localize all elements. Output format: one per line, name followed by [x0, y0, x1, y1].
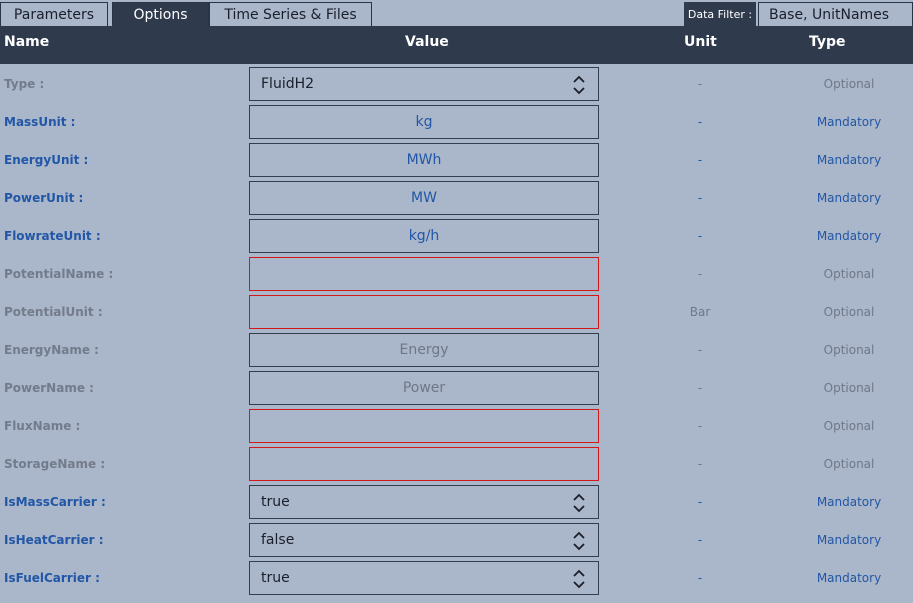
- energy-name-input[interactable]: Energy: [249, 333, 599, 367]
- row-label: IsMassCarrier :: [4, 495, 106, 509]
- type-cell: Optional: [823, 457, 875, 471]
- table-row: StorageName : - Optional: [0, 445, 913, 483]
- power-name-input[interactable]: Power: [249, 371, 599, 405]
- column-header-unit: Unit: [684, 34, 717, 50]
- row-label: IsFuelCarrier :: [4, 571, 100, 585]
- table-row: IsFuelCarrier : true - Mandatory: [0, 559, 913, 597]
- select-value: false: [261, 532, 295, 548]
- table-row: FluxName : - Optional: [0, 407, 913, 445]
- row-label: PotentialName :: [4, 267, 114, 281]
- unit-cell: -: [697, 153, 703, 167]
- unit-cell: -: [697, 191, 703, 205]
- select-value: true: [261, 494, 290, 510]
- unit-cell: -: [697, 457, 703, 471]
- row-label: FluxName :: [4, 419, 81, 433]
- table-row: PotentialName : - Optional: [0, 255, 913, 293]
- table-row: PotentialUnit : Bar Optional: [0, 293, 913, 331]
- row-label: IsHeatCarrier :: [4, 533, 104, 547]
- mass-unit-input[interactable]: kg: [249, 105, 599, 139]
- row-label: EnergyName :: [4, 343, 99, 357]
- updown-chevron-icon: [573, 75, 585, 95]
- row-label: StorageName :: [4, 457, 106, 471]
- type-cell: Optional: [823, 267, 875, 281]
- column-header-type: Type: [809, 34, 846, 50]
- flowrate-unit-input[interactable]: kg/h: [249, 219, 599, 253]
- potential-unit-input[interactable]: [249, 295, 599, 329]
- unit-cell: -: [697, 229, 703, 243]
- type-cell: Mandatory: [816, 533, 882, 547]
- is-fuel-carrier-select[interactable]: true: [249, 561, 599, 595]
- tab-options[interactable]: Options: [112, 2, 209, 26]
- options-table: Type : FluidH2 - Optional MassUnit : kg …: [0, 65, 913, 597]
- unit-cell: -: [697, 571, 703, 585]
- tab-parameters[interactable]: Parameters: [0, 2, 108, 26]
- row-label: EnergyUnit :: [4, 153, 89, 167]
- tab-time-series-files[interactable]: Time Series & Files: [209, 2, 372, 26]
- storage-name-input[interactable]: [249, 447, 599, 481]
- column-header-name: Name: [4, 34, 50, 50]
- updown-chevron-icon: [573, 493, 585, 513]
- unit-cell: -: [697, 533, 703, 547]
- table-row: PowerUnit : MW - Mandatory: [0, 179, 913, 217]
- row-label: Type :: [4, 77, 45, 91]
- row-label: PotentialUnit :: [4, 305, 103, 319]
- select-value: true: [261, 570, 290, 586]
- is-mass-carrier-select[interactable]: true: [249, 485, 599, 519]
- row-label: MassUnit :: [4, 115, 76, 129]
- unit-cell: -: [697, 495, 703, 509]
- row-label: PowerName :: [4, 381, 94, 395]
- updown-chevron-icon: [573, 531, 585, 551]
- type-cell: Mandatory: [816, 153, 882, 167]
- table-row: PowerName : Power - Optional: [0, 369, 913, 407]
- table-row: IsHeatCarrier : false - Mandatory: [0, 521, 913, 559]
- table-row: FlowrateUnit : kg/h - Mandatory: [0, 217, 913, 255]
- type-cell: Mandatory: [816, 191, 882, 205]
- unit-cell: -: [697, 419, 703, 433]
- energy-unit-input[interactable]: MWh: [249, 143, 599, 177]
- type-cell: Mandatory: [816, 115, 882, 129]
- updown-chevron-icon: [573, 569, 585, 589]
- unit-cell: -: [697, 77, 703, 91]
- table-row: Type : FluidH2 - Optional: [0, 65, 913, 103]
- type-cell: Mandatory: [816, 229, 882, 243]
- data-filter-label: Data Filter :: [684, 2, 756, 26]
- unit-cell: -: [697, 343, 703, 357]
- type-cell: Optional: [823, 381, 875, 395]
- unit-cell: -: [697, 267, 703, 281]
- table-header: Name Value Unit Type: [0, 26, 913, 64]
- potential-name-input[interactable]: [249, 257, 599, 291]
- type-cell: Optional: [823, 77, 875, 91]
- table-row: MassUnit : kg - Mandatory: [0, 103, 913, 141]
- table-row: EnergyName : Energy - Optional: [0, 331, 913, 369]
- type-cell: Mandatory: [816, 571, 882, 585]
- unit-cell: -: [697, 381, 703, 395]
- table-row: EnergyUnit : MWh - Mandatory: [0, 141, 913, 179]
- data-filter-value[interactable]: Base, UnitNames: [758, 2, 913, 26]
- row-label: PowerUnit :: [4, 191, 84, 205]
- type-select[interactable]: FluidH2: [249, 67, 599, 101]
- select-value: FluidH2: [261, 76, 315, 92]
- unit-cell: Bar: [689, 305, 711, 319]
- type-cell: Optional: [823, 343, 875, 357]
- tab-bar: Parameters Options Time Series & Files D…: [0, 0, 913, 27]
- type-cell: Optional: [823, 419, 875, 433]
- type-cell: Mandatory: [816, 495, 882, 509]
- table-row: IsMassCarrier : true - Mandatory: [0, 483, 913, 521]
- column-header-value: Value: [405, 34, 449, 50]
- row-label: FlowrateUnit :: [4, 229, 101, 243]
- type-cell: Optional: [823, 305, 875, 319]
- is-heat-carrier-select[interactable]: false: [249, 523, 599, 557]
- flux-name-input[interactable]: [249, 409, 599, 443]
- power-unit-input[interactable]: MW: [249, 181, 599, 215]
- unit-cell: -: [697, 115, 703, 129]
